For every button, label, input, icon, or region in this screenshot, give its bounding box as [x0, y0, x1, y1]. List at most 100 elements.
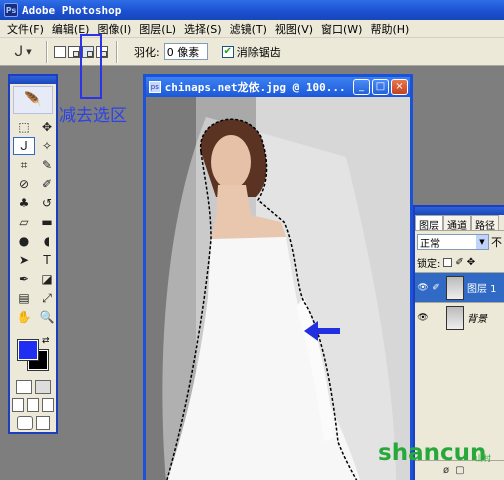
new-layer-icon[interactable]: ▢: [455, 465, 464, 476]
lock-row: 锁定: ✐ ✥: [415, 253, 504, 272]
photoshop-logo-icon: Ps: [4, 3, 18, 17]
type-tool-icon[interactable]: T: [36, 251, 58, 269]
history-brush-icon[interactable]: ↺: [36, 194, 58, 212]
menubar: 文件(F) 编辑(E) 图像(I) 图层(L) 选择(S) 滤镜(T) 视图(V…: [0, 20, 504, 38]
eraser-tool-icon[interactable]: ▱: [13, 213, 35, 231]
screen-mode-row: [10, 398, 56, 412]
window-buttons: _ □ ×: [353, 79, 408, 95]
clone-stamp-icon[interactable]: ♣: [13, 194, 35, 212]
blend-mode-value: 正常: [420, 239, 440, 250]
app-title: Adobe Photoshop: [22, 3, 122, 17]
menu-window[interactable]: 窗口(W): [317, 21, 366, 37]
move-lock-icon[interactable]: ✥: [467, 257, 475, 268]
highlight-box: [80, 34, 102, 99]
screen-mode-fullmenu[interactable]: [27, 398, 39, 412]
healing-brush-icon[interactable]: ⊘: [13, 175, 35, 193]
pen-tool-icon[interactable]: ✒: [13, 270, 35, 288]
document-window: ps chinaps.net龙依.jpg @ 100... _ □ ×: [143, 74, 413, 480]
menu-layer[interactable]: 图层(L): [135, 21, 180, 37]
document-icon: ps: [149, 81, 161, 93]
swap-colors-icon[interactable]: ⇄: [42, 336, 50, 346]
layer-row[interactable]: 👁 背景: [415, 302, 504, 332]
eyedropper-icon[interactable]: ⤢: [36, 289, 58, 307]
divider: [46, 40, 48, 63]
minimize-button[interactable]: _: [353, 79, 370, 95]
image-canvas[interactable]: [146, 97, 410, 480]
hand-tool-icon[interactable]: ✋: [13, 308, 35, 326]
move-tool-icon[interactable]: ✥: [36, 118, 58, 136]
lasso-icon: ᒍ: [14, 43, 24, 60]
menu-select[interactable]: 选择(S): [180, 21, 226, 37]
marquee-tool-icon[interactable]: ⬚: [13, 118, 35, 136]
menu-file[interactable]: 文件(F): [3, 21, 48, 37]
layer-row[interactable]: 👁 ✐ 图层 1: [415, 272, 504, 302]
checkmark-icon: ✔: [223, 45, 232, 57]
lock-transparency-checkbox[interactable]: [443, 258, 453, 267]
toolbox: 🪶 ⬚ ✥ ᒍ ✧ ⌗ ✎ ⊘ ✐ ♣ ↺ ▱ ▬ ● ◖ ➤ T ✒ ◪ ▤ …: [8, 74, 58, 434]
brush-lock-icon[interactable]: ✐: [455, 257, 463, 268]
layer-name: 图层 1: [467, 284, 497, 295]
chevron-down-icon: ▼: [26, 47, 32, 56]
standard-mode-button[interactable]: [15, 380, 32, 394]
effects-icon[interactable]: ø: [443, 465, 449, 476]
brush-icon: ✐: [432, 282, 440, 293]
chevron-down-icon: ▼: [476, 235, 488, 249]
toolbox-titlebar[interactable]: [10, 76, 56, 84]
jump-to-imageready-icon[interactable]: [16, 416, 33, 430]
dodge-tool-icon[interactable]: ◖: [36, 232, 58, 250]
quickmask-mode-button[interactable]: [34, 380, 51, 394]
divider: [116, 40, 118, 63]
mask-mode-row: [10, 380, 56, 394]
blend-row: 正常 ▼ 不: [415, 231, 504, 253]
brush-tool-icon[interactable]: ✐: [36, 175, 58, 193]
tab-layers[interactable]: 图层: [415, 215, 443, 232]
document-title: chinaps.net龙依.jpg @ 100...: [164, 81, 346, 94]
tab-paths[interactable]: 路径: [471, 215, 499, 232]
maximize-button[interactable]: □: [372, 79, 389, 95]
menu-filter[interactable]: 滤镜(T): [226, 21, 271, 37]
watermark-sub: 山村: [475, 454, 491, 463]
notes-tool-icon[interactable]: ▤: [13, 289, 35, 307]
add-to-selection-button[interactable]: [68, 45, 80, 58]
layer-thumbnail: [446, 305, 464, 330]
feather-logo-icon: 🪶: [13, 86, 53, 114]
document-titlebar[interactable]: ps chinaps.net龙依.jpg @ 100... _ □ ×: [146, 77, 410, 97]
bride-photo: [146, 97, 410, 480]
tool-preset-picker[interactable]: ᒍ ▼: [6, 41, 40, 63]
slice-tool-icon[interactable]: ✎: [36, 156, 58, 174]
blend-mode-select[interactable]: 正常 ▼: [417, 234, 489, 250]
zoom-tool-icon[interactable]: 🔍: [36, 308, 58, 326]
opacity-label: 不: [491, 236, 502, 249]
new-selection-button[interactable]: [54, 45, 66, 58]
lock-label: 锁定:: [417, 259, 441, 270]
screen-mode-full[interactable]: [42, 398, 54, 412]
crop-tool-icon[interactable]: ⌗: [13, 156, 35, 174]
options-bar: ᒍ▼ 羽化: ✔ 消除锯齿: [0, 38, 504, 66]
antialias-label: 消除锯齿: [236, 45, 281, 59]
antialias-checkbox[interactable]: ✔: [221, 45, 234, 58]
menu-view[interactable]: 视图(V): [271, 21, 317, 37]
path-select-icon[interactable]: ➤: [13, 251, 35, 269]
jump-icon[interactable]: [35, 416, 50, 430]
close-button[interactable]: ×: [391, 79, 408, 95]
screen-mode-standard[interactable]: [12, 398, 24, 412]
feather-input[interactable]: [163, 43, 208, 60]
foreground-color-swatch[interactable]: [17, 339, 39, 361]
tab-channels[interactable]: 通道: [443, 215, 471, 232]
layers-palette: 图层 通道 路径 正常 ▼ 不 锁定: ✐ ✥ 👁 ✐ 图层 1 👁 背景 ø …: [413, 205, 504, 480]
magic-wand-icon[interactable]: ✧: [36, 137, 58, 155]
lasso-tool-icon[interactable]: ᒍ: [13, 137, 35, 155]
app-titlebar: Ps Adobe Photoshop: [0, 0, 504, 20]
eye-icon[interactable]: 👁: [417, 313, 429, 323]
jump-row: [10, 416, 56, 430]
layers-titlebar[interactable]: [415, 207, 504, 215]
eye-icon[interactable]: 👁: [417, 283, 429, 293]
menu-help[interactable]: 帮助(H): [366, 21, 413, 37]
annotation-text: 减去选区: [59, 106, 127, 126]
shape-tool-icon[interactable]: ◪: [36, 270, 58, 288]
blur-tool-icon[interactable]: ●: [13, 232, 35, 250]
feather-label: 羽化:: [134, 45, 160, 59]
gradient-tool-icon[interactable]: ▬: [36, 213, 58, 231]
watermark-logo: shancun: [378, 440, 487, 466]
layers-tabs: 图层 通道 路径: [415, 215, 504, 232]
